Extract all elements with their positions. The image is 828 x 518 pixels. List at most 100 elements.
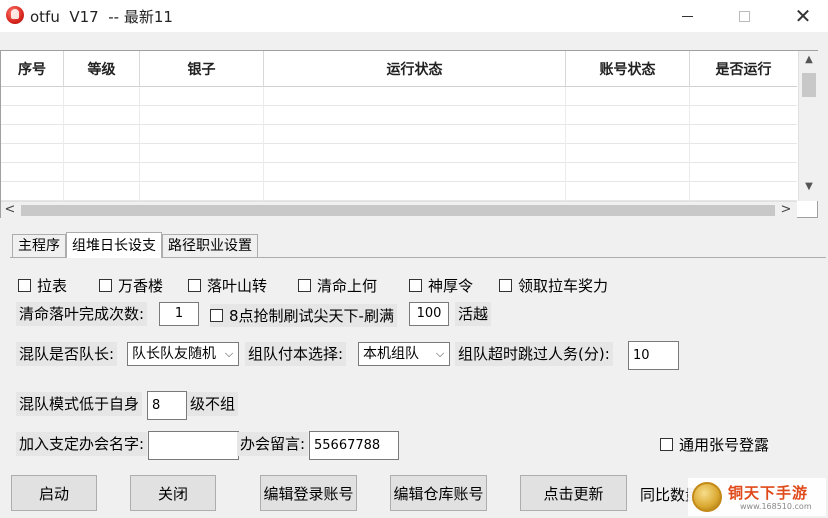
- table-cell[interactable]: [566, 125, 690, 144]
- table-cell[interactable]: [566, 182, 690, 201]
- maximize-button[interactable]: [721, 0, 767, 32]
- tab-strip: 主程序 组堆日长设支 路径职业设置: [12, 232, 258, 258]
- grab-value-input[interactable]: 100: [409, 302, 449, 326]
- table-cell[interactable]: [690, 106, 797, 125]
- checkbox-claim-reward[interactable]: 领取拉车奖力: [499, 275, 608, 296]
- site-watermark: 铜天下手游 www.168510.com: [688, 478, 826, 516]
- start-button[interactable]: 启动: [11, 475, 97, 511]
- checkbox-wanxiang[interactable]: 万香楼: [99, 275, 163, 296]
- mode-level-input[interactable]: 8: [147, 391, 187, 420]
- table-row[interactable]: [1, 144, 797, 163]
- tab-team-settings[interactable]: 组堆日长设支: [66, 232, 162, 258]
- table-row[interactable]: [1, 163, 797, 182]
- table-cell[interactable]: [140, 106, 264, 125]
- table-cell[interactable]: [140, 182, 264, 201]
- column-header-index[interactable]: 序号: [1, 51, 64, 87]
- table-cell[interactable]: [264, 87, 566, 106]
- scroll-right-icon[interactable]: >: [777, 202, 795, 219]
- guild-name-input[interactable]: [148, 431, 239, 460]
- scroll-up-icon[interactable]: ▲: [799, 51, 819, 69]
- grid-header: 序号 等级 银子 运行状态 账号状态 是否运行: [1, 51, 797, 87]
- checkbox-wanxiang-box[interactable]: [99, 279, 112, 292]
- checkbox-common-account-label: 通用张号登露: [679, 436, 770, 454]
- table-cell[interactable]: [690, 125, 797, 144]
- vertical-scroll-thumb[interactable]: [802, 73, 816, 97]
- tab-main-program[interactable]: 主程序: [12, 234, 66, 258]
- horizontal-scroll-thumb[interactable]: [21, 205, 775, 216]
- horizontal-scrollbar[interactable]: < >: [1, 201, 797, 218]
- table-cell[interactable]: [1, 144, 64, 163]
- minimize-button[interactable]: [664, 0, 710, 32]
- checkbox-qingming-box[interactable]: [298, 279, 311, 292]
- table-row[interactable]: [1, 87, 797, 106]
- update-button[interactable]: 点击更新: [520, 475, 627, 511]
- table-cell[interactable]: [140, 125, 264, 144]
- checkbox-lab-box[interactable]: [18, 279, 31, 292]
- table-cell[interactable]: [140, 144, 264, 163]
- complete-count-input[interactable]: 1: [159, 302, 199, 326]
- column-header-silver[interactable]: 银子: [140, 51, 264, 87]
- column-header-account-status[interactable]: 账号状态: [566, 51, 690, 87]
- table-cell[interactable]: [566, 144, 690, 163]
- guild-name-label: 加入支定办会名字:: [16, 432, 148, 456]
- checkbox-grab-label: 8点抢制刷试尖天下-刷满: [229, 307, 394, 325]
- column-header-level[interactable]: 等级: [64, 51, 140, 87]
- column-header-is-running[interactable]: 是否运行: [690, 51, 797, 87]
- leader-label: 混队是否队长:: [16, 342, 118, 366]
- checkbox-luoye[interactable]: 落叶山转: [188, 275, 267, 296]
- table-cell[interactable]: [566, 163, 690, 182]
- table-cell[interactable]: [264, 144, 566, 163]
- checkbox-common-account[interactable]: 通用张号登露: [660, 434, 769, 455]
- checkbox-grab[interactable]: 8点抢制刷试尖天下-刷满: [210, 304, 397, 327]
- table-row[interactable]: [1, 125, 797, 144]
- table-cell[interactable]: [566, 87, 690, 106]
- table-cell[interactable]: [566, 106, 690, 125]
- table-cell[interactable]: [1, 163, 64, 182]
- table-cell[interactable]: [140, 163, 264, 182]
- checkbox-shenhou[interactable]: 神厚令: [409, 275, 473, 296]
- scroll-left-icon[interactable]: <: [1, 202, 19, 219]
- timeout-input[interactable]: 10: [628, 341, 679, 370]
- table-cell[interactable]: [64, 163, 140, 182]
- table-cell[interactable]: [690, 163, 797, 182]
- close-window-button[interactable]: ✕: [780, 0, 826, 32]
- edit-storage-accounts-button[interactable]: 编辑仓库账号: [390, 475, 487, 511]
- table-cell[interactable]: [140, 87, 264, 106]
- chevron-down-icon: ⌵: [433, 343, 447, 365]
- checkbox-common-account-box[interactable]: [660, 438, 673, 451]
- table-row[interactable]: [1, 182, 797, 201]
- checkbox-shenhou-box[interactable]: [409, 279, 422, 292]
- table-cell[interactable]: [264, 182, 566, 201]
- table-cell[interactable]: [1, 125, 64, 144]
- table-cell[interactable]: [64, 144, 140, 163]
- close-button[interactable]: 关闭: [130, 475, 216, 511]
- leader-select[interactable]: 队长队友随机 ⌵: [127, 342, 239, 366]
- table-cell[interactable]: [690, 144, 797, 163]
- table-cell[interactable]: [690, 182, 797, 201]
- table-cell[interactable]: [264, 106, 566, 125]
- edit-login-accounts-button[interactable]: 编辑登录账号: [260, 475, 357, 511]
- checkbox-luoye-box[interactable]: [188, 279, 201, 292]
- table-cell[interactable]: [64, 182, 140, 201]
- guild-message-input[interactable]: 55667788: [309, 431, 399, 460]
- table-cell[interactable]: [264, 125, 566, 144]
- table-cell[interactable]: [1, 106, 64, 125]
- table-row[interactable]: [1, 106, 797, 125]
- table-cell[interactable]: [1, 182, 64, 201]
- table-cell[interactable]: [1, 87, 64, 106]
- tab-path-job-settings[interactable]: 路径职业设置: [162, 234, 258, 258]
- checkbox-lab[interactable]: 拉表: [18, 275, 67, 296]
- checkbox-grab-box[interactable]: [210, 309, 223, 322]
- table-cell[interactable]: [64, 106, 140, 125]
- table-cell[interactable]: [64, 125, 140, 144]
- scroll-down-icon[interactable]: ▼: [799, 178, 819, 196]
- vertical-scrollbar[interactable]: ▲ ▼: [798, 51, 818, 201]
- table-cell[interactable]: [64, 87, 140, 106]
- checkbox-qingming[interactable]: 清命上何: [298, 275, 377, 296]
- table-cell[interactable]: [690, 87, 797, 106]
- table-cell[interactable]: [264, 163, 566, 182]
- column-header-run-status[interactable]: 运行状态: [264, 51, 566, 87]
- account-grid[interactable]: 序号 等级 银子 运行状态 账号状态 是否运行 ▲ ▼ < >: [0, 50, 818, 218]
- copy-select[interactable]: 本机组队 ⌵: [358, 342, 450, 366]
- checkbox-claim-reward-box[interactable]: [499, 279, 512, 292]
